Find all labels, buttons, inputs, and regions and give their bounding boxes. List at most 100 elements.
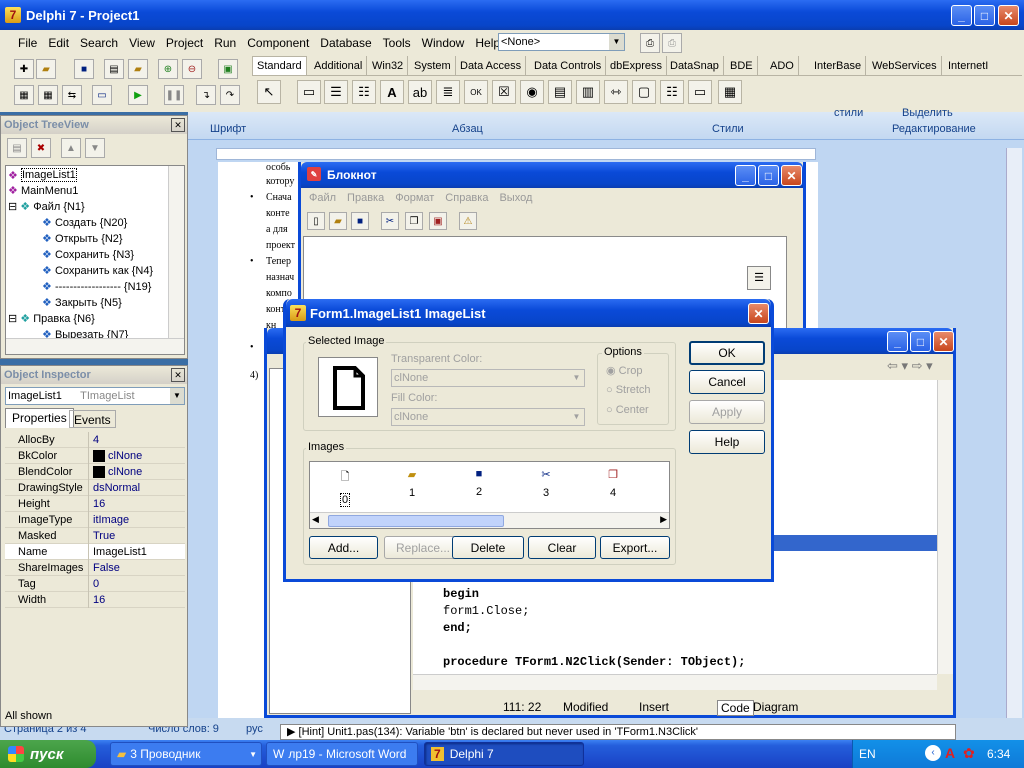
delete-button[interactable]: Delete <box>452 536 524 559</box>
menu-database[interactable]: Database <box>320 36 371 50</box>
menu-tools[interactable]: Tools <box>383 36 411 50</box>
memo-icon[interactable]: ≣ <box>436 80 460 104</box>
tree-item-edit[interactable]: ⊟ ❖ Правка {N6} <box>8 312 95 326</box>
editor-hscroll[interactable] <box>413 674 937 690</box>
tree-item-mainmenu1[interactable]: ❖ MainMenu1 <box>8 184 78 198</box>
groupbox-icon[interactable]: ▢ <box>632 80 656 104</box>
menu-window[interactable]: Window <box>422 36 465 50</box>
scrollbar-icon[interactable]: ⇿ <box>604 80 628 104</box>
menu-edit[interactable]: Edit <box>48 36 69 50</box>
notepad-print-icon[interactable]: ⚠ <box>459 212 477 230</box>
tab-additional[interactable]: Additional <box>310 56 368 76</box>
treeview-delete-icon[interactable]: ✖ <box>31 138 51 158</box>
notepad-menu-help[interactable]: Справка <box>445 192 488 204</box>
run-icon[interactable]: ▶ <box>128 85 148 105</box>
notepad-minimize-button[interactable]: _ <box>735 165 756 186</box>
menu-run[interactable]: Run <box>214 36 236 50</box>
ribbon-group-font[interactable]: Шрифт <box>210 123 246 135</box>
menu-file[interactable]: File <box>18 36 37 50</box>
prop-imagetype[interactable]: ImageType itImage <box>5 511 185 528</box>
notepad-maximize-button[interactable]: □ <box>758 165 779 186</box>
radiobutton-icon[interactable]: ◉ <box>520 80 544 104</box>
replace-button[interactable]: Replace... <box>384 536 462 559</box>
notepad-menu-edit[interactable]: Правка <box>347 192 384 204</box>
help-button[interactable]: Help <box>689 430 765 454</box>
ok-button[interactable]: OK <box>689 341 765 365</box>
panel-icon[interactable]: ▭ <box>688 80 712 104</box>
start-button[interactable]: пуск <box>0 740 96 768</box>
tab-standard[interactable]: Standard <box>252 56 307 76</box>
option-crop-radio[interactable]: ◉ Crop <box>606 364 643 377</box>
tab-datasnap[interactable]: DataSnap <box>666 56 724 76</box>
view-unit-icon[interactable]: ▦ <box>14 85 34 105</box>
treeview-close-icon[interactable]: ✕ <box>171 118 185 132</box>
minimize-button[interactable]: _ <box>951 5 972 26</box>
tab-ado[interactable]: ADO <box>766 56 799 76</box>
notepad-save-icon[interactable]: ■ <box>351 212 369 230</box>
taskbar-explorer[interactable]: ▰ 3 Проводник ▼ <box>110 742 262 766</box>
prop-shareimages[interactable]: ShareImages False <box>5 559 185 576</box>
step-over-icon[interactable]: ↷ <box>220 85 240 105</box>
clear-button[interactable]: Clear <box>528 536 596 559</box>
collapse-icon[interactable]: ⊟ <box>8 312 17 325</box>
collapse-icon[interactable]: ⊟ <box>8 200 17 213</box>
image-item-4[interactable]: ❐ 4 <box>598 468 628 499</box>
images-hscroll[interactable]: ◀ ▶ <box>310 512 669 528</box>
label-icon[interactable]: A <box>380 80 404 104</box>
edit-icon[interactable]: ab <box>408 80 432 104</box>
button-icon[interactable]: OK <box>464 80 488 104</box>
editor-maximize-button[interactable]: □ <box>910 331 931 352</box>
notepad-open-icon[interactable]: ▰ <box>329 212 347 230</box>
save-desktop-icon[interactable]: ⎙ <box>640 33 660 53</box>
notepad-paste-icon[interactable]: ▣ <box>429 212 447 230</box>
treeview-vscroll[interactable] <box>168 166 184 338</box>
tab-bde[interactable]: BDE <box>726 56 758 76</box>
treeview-down-icon[interactable]: ▼ <box>85 138 105 158</box>
remove-file-icon[interactable]: ⊖ <box>182 59 202 79</box>
apply-button[interactable]: Apply <box>689 400 765 424</box>
tab-data-controls[interactable]: Data Controls <box>530 56 607 76</box>
prop-name[interactable]: Name ImageList1 <box>5 543 185 560</box>
image-item-1[interactable]: ▰ 1 <box>397 468 427 499</box>
chevron-down-icon[interactable]: ▼ <box>569 409 584 425</box>
tree-item-create[interactable]: ❖ Создать {N20} <box>42 216 127 230</box>
menu-view[interactable]: View <box>129 36 155 50</box>
tree-item-close[interactable]: ❖ Закрыть {N5} <box>42 296 122 310</box>
prop-tag[interactable]: Tag 0 <box>5 575 185 592</box>
notepad-menu-file[interactable]: Файл <box>309 192 336 204</box>
editor-vscroll[interactable] <box>937 380 953 674</box>
prop-blendcolor[interactable]: BlendColor clNone <box>5 463 185 480</box>
image-item-3[interactable]: ✂ 3 <box>531 468 561 499</box>
transparent-color-combo[interactable]: clNone ▼ <box>391 369 585 387</box>
menu-help[interactable]: Help <box>475 36 500 50</box>
tab-diagram[interactable]: Diagram <box>753 700 798 714</box>
inspector-object-combo[interactable]: ImageList1 TImageList ▼ <box>5 387 185 405</box>
tree-item-separator[interactable]: ❖ ------------------ {N19} <box>42 280 151 294</box>
tree-item-file[interactable]: ⊟ ❖ Файл {N1} <box>8 200 85 214</box>
save-icon[interactable]: ■ <box>74 59 94 79</box>
open-icon[interactable]: ▰ <box>36 59 56 79</box>
notepad-menu-exit[interactable]: Выход <box>499 192 532 204</box>
pause-icon[interactable]: ❚❚ <box>164 85 184 105</box>
ribbon-group-editing[interactable]: Редактирование <box>892 123 976 135</box>
add-file-icon[interactable]: ⊕ <box>158 59 178 79</box>
notepad-new-icon[interactable]: ▯ <box>307 212 325 230</box>
tab-system[interactable]: System <box>410 56 456 76</box>
combobox-icon[interactable]: ▥ <box>576 80 600 104</box>
tree-item-save[interactable]: ❖ Сохранить {N3} <box>42 248 134 262</box>
tab-win32[interactable]: Win32 <box>368 56 409 76</box>
chevron-down-icon[interactable]: ▼ <box>170 388 184 404</box>
treeview-hscroll[interactable] <box>6 338 184 354</box>
radiogroup-icon[interactable]: ☷ <box>660 80 684 104</box>
save-all-icon[interactable]: ▤ <box>104 59 124 79</box>
tab-data-access[interactable]: Data Access <box>456 56 527 76</box>
tab-dbexpress[interactable]: dbExpress <box>606 56 667 76</box>
taskbar-word[interactable]: Wлр19 - Microsoft Word <box>266 742 418 766</box>
set-debug-desktop-icon[interactable]: ⎙ <box>662 33 682 53</box>
trace-into-icon[interactable]: ↴ <box>196 85 216 105</box>
editor-minimize-button[interactable]: _ <box>887 331 908 352</box>
toggle-form-unit-icon[interactable]: ⇆ <box>62 85 82 105</box>
menu-project[interactable]: Project <box>166 36 203 50</box>
open-project-icon[interactable]: ▰ <box>128 59 148 79</box>
tray-arrow-icon[interactable]: ‹ <box>925 745 941 761</box>
